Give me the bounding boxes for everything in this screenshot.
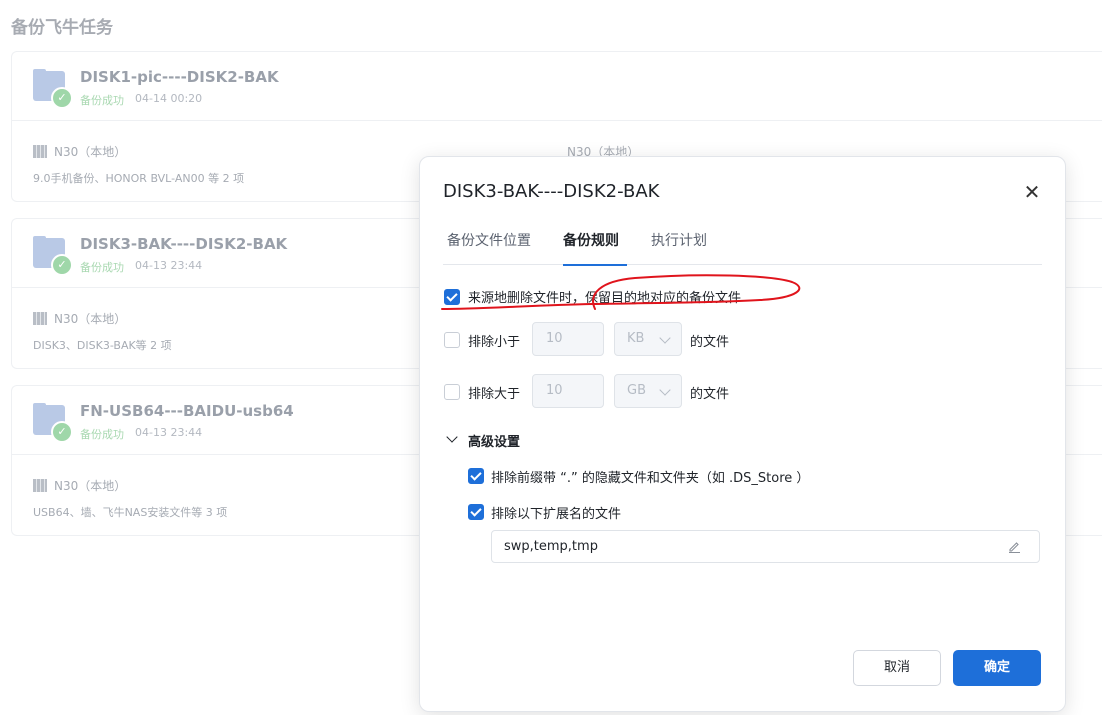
- tab-backup-rules[interactable]: 备份规则: [563, 230, 627, 266]
- task-status: 备份成功: [80, 94, 124, 107]
- page-title: 备份飞牛任务: [11, 18, 113, 38]
- extensions-input[interactable]: swp,temp,tmp: [491, 530, 1040, 563]
- folder-icon: ✓: [33, 403, 73, 443]
- task-name: FN-USB64---BAIDU-usb64: [80, 402, 294, 420]
- keep-backup-label: 来源地删除文件时，保留目的地对应的备份文件: [468, 291, 742, 306]
- exclude-larger-suffix: 的文件: [690, 387, 730, 402]
- chevron-down-icon[interactable]: [446, 431, 458, 443]
- exclude-larger-label: 排除大于: [468, 387, 521, 402]
- task-time: 04-13 23:44: [135, 259, 203, 272]
- max-size-input[interactable]: 10: [532, 374, 604, 408]
- cancel-button[interactable]: 取消: [853, 650, 941, 686]
- exclude-hidden-label: 排除前缀带 “.” 的隐藏文件和文件夹（如 .DS_Store ）: [491, 471, 810, 486]
- task-name: DISK3-BAK----DISK2-BAK: [80, 235, 288, 253]
- advanced-settings-toggle[interactable]: 高级设置: [468, 431, 520, 450]
- task-header[interactable]: ✓ DISK1-pic----DISK2-BAK 备份成功 04-14 00:2…: [12, 52, 1102, 121]
- success-check-icon: ✓: [51, 254, 73, 276]
- dialog-title: DISK3-BAK----DISK2-BAK: [443, 181, 660, 202]
- keep-backup-checkbox[interactable]: [444, 289, 460, 305]
- folder-icon: ✓: [33, 69, 73, 109]
- task-time: 04-13 23:44: [135, 426, 203, 439]
- task-status: 备份成功: [80, 428, 124, 441]
- task-time: 04-14 00:20: [135, 92, 203, 105]
- exclude-ext-checkbox[interactable]: [468, 504, 484, 520]
- chevron-down-icon: [659, 332, 671, 344]
- success-check-icon: ✓: [51, 421, 73, 443]
- tab-schedule[interactable]: 执行计划: [651, 230, 707, 264]
- exclude-hidden-checkbox[interactable]: [468, 468, 484, 484]
- min-size-unit-select[interactable]: KB: [614, 322, 682, 356]
- confirm-button[interactable]: 确定: [953, 650, 1041, 686]
- close-icon[interactable]: ✕: [1023, 182, 1041, 202]
- exclude-smaller-label: 排除小于: [468, 335, 521, 350]
- source-items: USB64、墙、飞牛NAS安装文件等 3 项: [33, 506, 228, 519]
- exclude-smaller-suffix: 的文件: [690, 335, 730, 350]
- exclude-larger-checkbox[interactable]: [444, 384, 460, 400]
- success-check-icon: ✓: [51, 87, 73, 109]
- dialog-tabs: 备份文件位置 备份规则 执行计划: [443, 230, 1042, 266]
- source-device: N30（本地）: [33, 310, 126, 327]
- chevron-down-icon: [659, 384, 671, 396]
- source-items: 9.0手机备份、HONOR BVL-AN00 等 2 项: [33, 172, 245, 185]
- exclude-ext-label: 排除以下扩展名的文件: [491, 507, 622, 522]
- tab-backup-location[interactable]: 备份文件位置: [447, 230, 531, 264]
- task-status: 备份成功: [80, 261, 124, 274]
- source-items: DISK3、DISK3-BAK等 2 项: [33, 339, 172, 352]
- nas-icon: [33, 479, 47, 492]
- min-size-input[interactable]: 10: [532, 322, 604, 356]
- nas-icon: [33, 145, 47, 158]
- folder-icon: ✓: [33, 236, 73, 276]
- source-device: N30（本地）: [33, 477, 126, 494]
- source-device: N30（本地）: [33, 143, 126, 160]
- task-name: DISK1-pic----DISK2-BAK: [80, 68, 279, 86]
- nas-icon: [33, 312, 47, 325]
- max-size-unit-select[interactable]: GB: [614, 374, 682, 408]
- exclude-smaller-checkbox[interactable]: [444, 332, 460, 348]
- edit-icon[interactable]: [1008, 540, 1021, 553]
- backup-rules-dialog: DISK3-BAK----DISK2-BAK ✕ 备份文件位置 备份规则 执行计…: [419, 156, 1066, 712]
